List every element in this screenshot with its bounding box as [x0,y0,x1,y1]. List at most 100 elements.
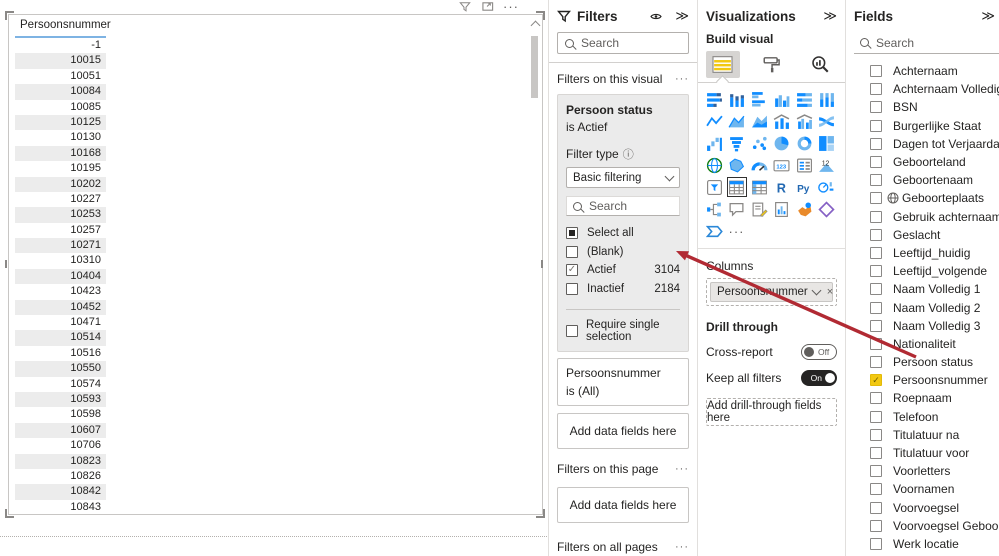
tab-format-visual[interactable] [755,51,789,78]
table-row[interactable]: 10085 [15,100,106,115]
filter-option-checkbox[interactable] [566,245,578,258]
field-item[interactable]: Achternaam Volledig [846,80,999,98]
field-checkbox[interactable] [870,356,882,369]
table-row[interactable]: 10452 [15,299,106,316]
section-more-icon[interactable]: ··· [675,541,689,553]
table-row[interactable]: 10253 [15,207,106,223]
field-checkbox[interactable] [870,265,882,278]
area-chart-icon[interactable] [728,112,746,130]
field-checkbox[interactable] [870,228,882,241]
field-checkbox[interactable] [870,210,882,223]
table-row[interactable]: 10195 [15,161,106,176]
table-row[interactable]: 10471 [15,315,106,330]
field-item[interactable]: Titulatuur na [846,426,999,444]
line-and-clustered-column-chart-icon[interactable] [795,112,813,130]
field-item[interactable]: Voorvoegsel [846,499,999,517]
field-checkbox[interactable] [870,537,882,550]
eye-icon[interactable] [649,11,663,22]
field-item[interactable]: Achternaam [846,62,999,80]
smart-narrative-icon[interactable] [750,200,768,218]
field-item[interactable]: Geboortenaam [846,171,999,189]
chevron-down-icon[interactable] [811,285,822,296]
focus-mode-icon[interactable] [481,1,495,13]
visual-filter-icon[interactable] [458,1,472,13]
filter-option-checkbox[interactable] [566,227,578,240]
columns-field-well[interactable]: Persoonsnummer × [706,278,837,306]
table-row[interactable]: 10598 [15,407,106,422]
stacked-column-chart-icon[interactable] [728,90,746,108]
decomposition-tree-icon[interactable] [705,200,723,218]
field-checkbox[interactable] [870,501,882,514]
field-checkbox[interactable] [870,392,882,405]
table-row[interactable]: 10826 [15,469,106,484]
filter-values-search-input[interactable]: Search [566,196,680,216]
gauge-icon[interactable] [750,156,768,174]
tab-analytics[interactable] [803,51,837,78]
field-checkbox[interactable] [870,483,882,496]
card-icon[interactable]: 123 [773,156,791,174]
field-item[interactable]: BSN [846,98,999,116]
filter-option-checkbox[interactable] [566,282,578,295]
visual-more-options-icon[interactable]: ··· [503,0,518,14]
collapse-pane-icon[interactable]: ≫ [823,9,837,22]
table-row[interactable]: 10514 [15,330,106,346]
field-checkbox[interactable] [870,119,882,132]
python-visual-icon[interactable]: Py [795,178,813,196]
resize-handle[interactable] [536,11,545,20]
q-and-a-icon[interactable] [728,200,746,218]
table-row[interactable]: 10842 [15,484,106,500]
field-checkbox[interactable] [870,447,882,460]
add-data-fields-dropzone[interactable]: Add data fields here [557,487,689,523]
table-row[interactable]: 10607 [15,422,106,439]
field-item[interactable]: Telefoon [846,408,999,426]
field-item[interactable]: Titulatuur voor [846,444,999,462]
keep-all-filters-toggle[interactable]: On [801,370,837,386]
key-influencers-icon[interactable] [818,178,836,196]
table-row[interactable]: 10125 [15,114,106,131]
require-single-selection-checkbox[interactable] [566,325,578,337]
field-checkbox[interactable] [870,519,882,532]
report-canvas[interactable]: ··· Persoonsnummer -1 10015 10051 10084 1008… [0,0,548,556]
table-column-header[interactable]: Persoonsnummer [20,19,111,31]
field-item[interactable]: Leeftijd_huidig [846,244,999,262]
tab-build-visual[interactable] [706,51,740,78]
table-row[interactable]: 10423 [15,284,106,299]
collapse-pane-icon[interactable]: ≫ [675,9,689,22]
arcgis-map-icon[interactable] [795,200,813,218]
add-drill-through-dropzone[interactable]: Add drill-through fields here [706,398,837,426]
field-checkbox[interactable] [870,137,882,150]
field-checkbox[interactable] [870,374,882,387]
field-checkbox[interactable] [870,283,882,296]
table-row[interactable]: 10310 [15,253,106,268]
table-row[interactable]: 10574 [15,377,106,392]
field-checkbox[interactable] [870,319,882,332]
filter-option[interactable]: (Blank) [566,243,680,262]
map-icon[interactable] [705,156,723,174]
table-row[interactable]: 10051 [15,69,106,84]
stacked-bar-chart-icon[interactable] [705,90,723,108]
field-checkbox[interactable] [870,337,882,350]
field-item[interactable]: Geslacht [846,226,999,244]
filter-option[interactable]: Actief 3104 [566,261,680,280]
table-row[interactable]: 10227 [15,192,106,207]
table-row[interactable]: 10257 [15,223,106,238]
field-checkbox[interactable] [870,428,882,441]
remove-field-icon[interactable]: × [827,286,833,298]
field-item[interactable]: Nationaliteit [846,335,999,353]
table-row[interactable]: 10130 [15,130,106,145]
table-row[interactable]: 10516 [15,346,106,361]
scroll-up-icon[interactable] [530,20,540,31]
field-item[interactable]: Leeftijd_volgende [846,262,999,280]
waterfall-chart-icon[interactable] [705,134,723,152]
field-checkbox[interactable] [870,192,882,205]
field-checkbox[interactable] [870,465,882,478]
resize-handle[interactable] [5,509,14,518]
table-row[interactable]: 10593 [15,391,106,408]
section-more-icon[interactable]: ··· [675,463,689,475]
multi-row-card-icon[interactable] [795,156,813,174]
field-item[interactable]: Naam Volledig 2 [846,298,999,316]
field-item[interactable]: Persoonsnummer [846,371,999,389]
table-icon[interactable] [726,177,747,197]
treemap-icon[interactable] [818,134,836,152]
funnel-chart-icon[interactable] [728,134,746,152]
